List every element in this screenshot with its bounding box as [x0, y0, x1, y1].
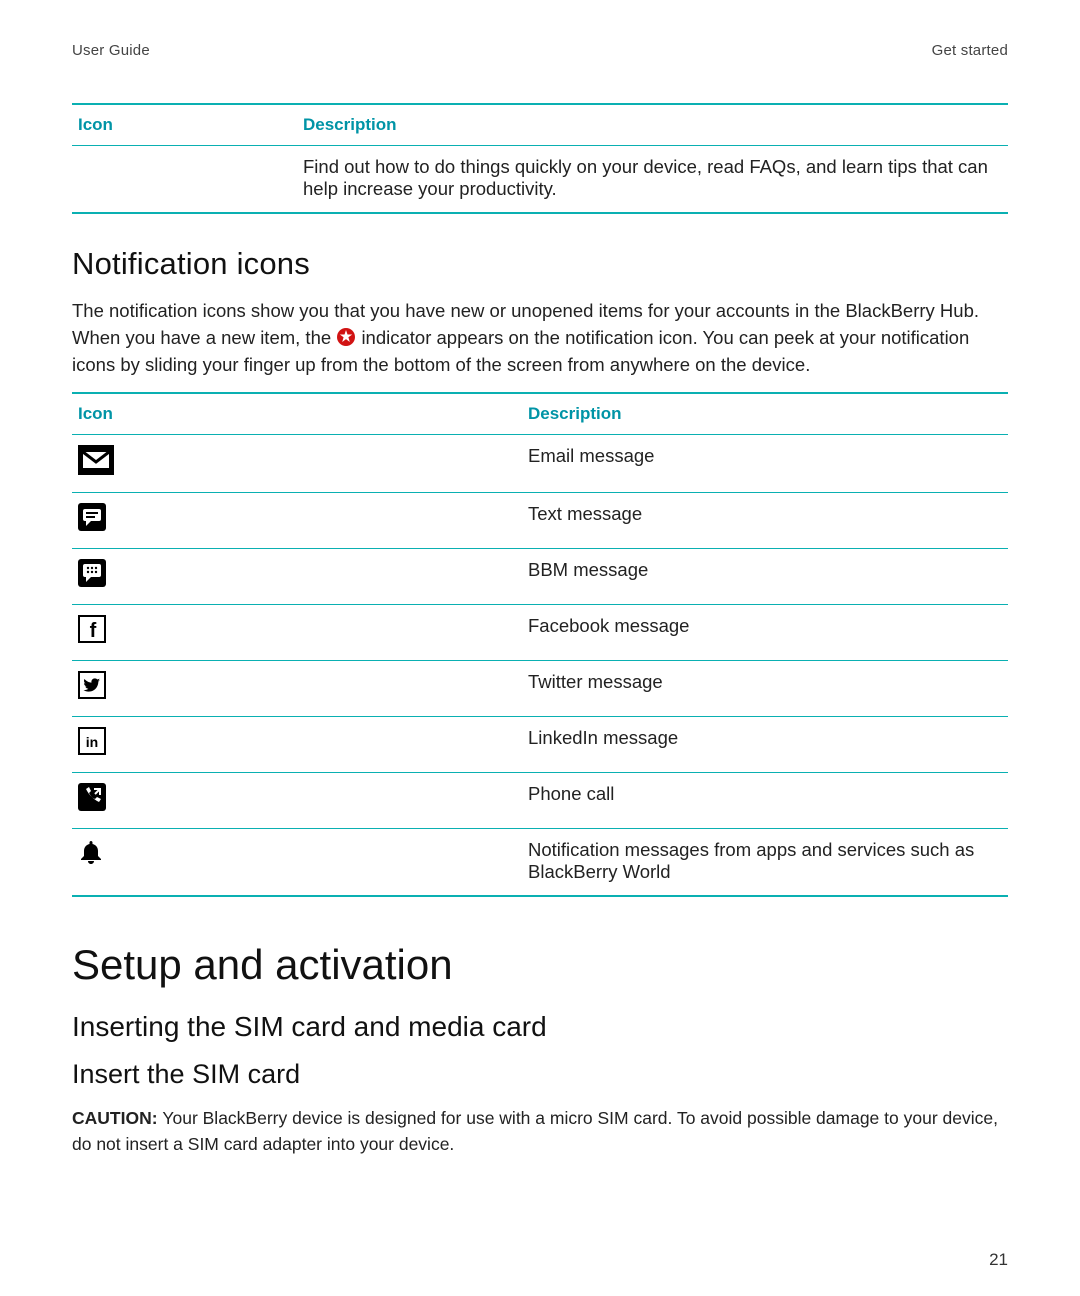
icon-cell [72, 829, 522, 897]
insert-sim-heading: Insert the SIM card [72, 1059, 1008, 1090]
facebook-icon: f [78, 615, 106, 643]
desc-cell: Notification messages from apps and serv… [522, 829, 1008, 897]
table-row: in LinkedIn message [72, 717, 1008, 773]
caution-text: Your BlackBerry device is designed for u… [72, 1108, 998, 1153]
desc-cell: LinkedIn message [522, 717, 1008, 773]
icon-cell: in [72, 717, 522, 773]
icon-cell [72, 773, 522, 829]
caution-label: CAUTION: [72, 1108, 162, 1128]
icon-cell [72, 549, 522, 605]
notification-icons-table: Icon Description Email message Text mess… [72, 392, 1008, 897]
intro-icon-table: Icon Description Find out how to do thin… [72, 103, 1008, 214]
notification-paragraph: The notification icons show you that you… [72, 298, 1008, 378]
desc-cell: Twitter message [522, 661, 1008, 717]
table1-header-description: Description [297, 104, 1008, 146]
icon-cell [72, 435, 522, 493]
header-right: Get started [932, 42, 1008, 59]
inserting-heading: Inserting the SIM card and media card [72, 1011, 1008, 1043]
svg-text:in: in [86, 734, 98, 750]
running-header: User Guide Get started [72, 42, 1008, 59]
table-row: Find out how to do things quickly on you… [72, 146, 1008, 214]
table1-header-icon: Icon [72, 104, 297, 146]
desc-cell: Facebook message [522, 605, 1008, 661]
text-message-icon [78, 503, 106, 531]
phone-call-icon [78, 783, 106, 811]
bell-icon [78, 839, 104, 867]
table-row: Text message [72, 493, 1008, 549]
table1-icon-cell [72, 146, 297, 214]
desc-cell: Text message [522, 493, 1008, 549]
table-row: Phone call [72, 773, 1008, 829]
header-left: User Guide [72, 42, 150, 59]
table-row: BBM message [72, 549, 1008, 605]
table-row: f Facebook message [72, 605, 1008, 661]
table2-header-icon: Icon [72, 393, 522, 435]
table1-desc-cell: Find out how to do things quickly on you… [297, 146, 1008, 214]
svg-text:f: f [90, 620, 97, 642]
caution-paragraph: CAUTION: Your BlackBerry device is desig… [72, 1106, 1008, 1157]
twitter-icon [78, 671, 106, 699]
table-row: Notification messages from apps and serv… [72, 829, 1008, 897]
page-number: 21 [989, 1250, 1008, 1270]
icon-cell [72, 661, 522, 717]
email-icon [78, 445, 114, 475]
desc-cell: Phone call [522, 773, 1008, 829]
icon-cell [72, 493, 522, 549]
desc-cell: Email message [522, 435, 1008, 493]
new-item-indicator-icon [336, 327, 356, 347]
linkedin-icon: in [78, 727, 106, 755]
table-row: Twitter message [72, 661, 1008, 717]
notification-heading: Notification icons [72, 246, 1008, 282]
setup-heading: Setup and activation [72, 941, 1008, 989]
bbm-icon [78, 559, 106, 587]
table-row: Email message [72, 435, 1008, 493]
icon-cell: f [72, 605, 522, 661]
desc-cell: BBM message [522, 549, 1008, 605]
table2-header-description: Description [522, 393, 1008, 435]
